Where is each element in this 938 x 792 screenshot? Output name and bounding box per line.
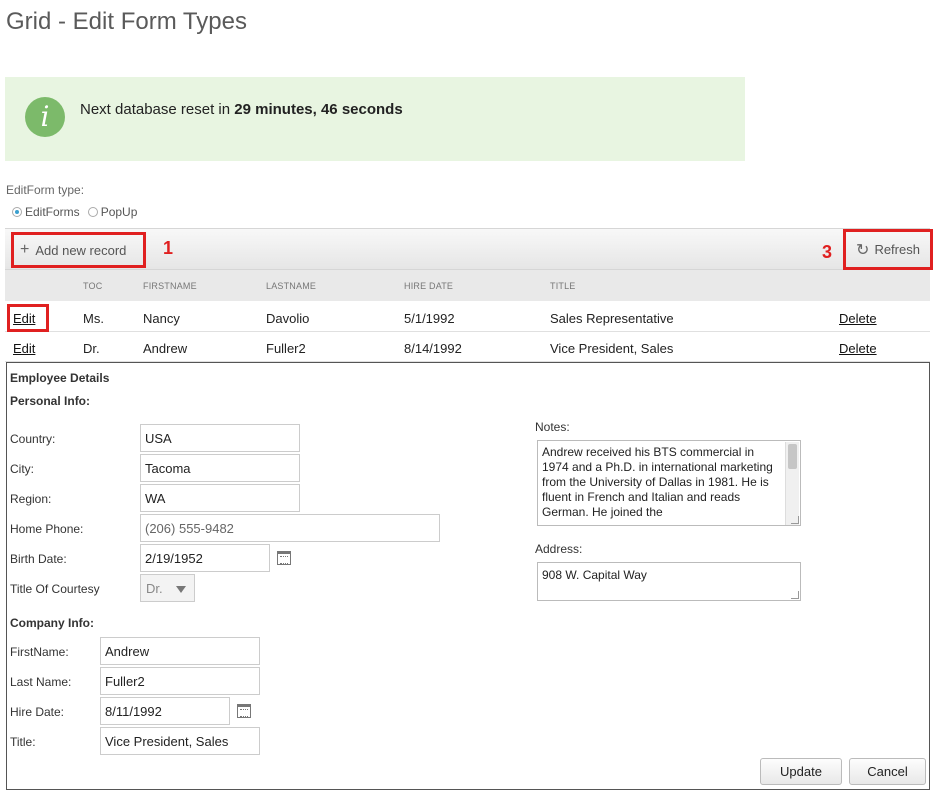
- add-new-record-label: Add new record: [35, 242, 127, 258]
- refresh-label: Refresh: [874, 242, 920, 257]
- delete-link[interactable]: Delete: [839, 341, 877, 356]
- country-input[interactable]: USA: [140, 424, 300, 452]
- plus-icon: +: [20, 241, 30, 258]
- column-firstname[interactable]: FIRSTNAME: [143, 281, 197, 291]
- column-title[interactable]: TITLE: [550, 281, 576, 291]
- address-label: Address:: [535, 542, 583, 556]
- notes-textarea[interactable]: Andrew received his BTS commercial in 19…: [537, 440, 801, 526]
- chevron-down-icon: [176, 586, 186, 593]
- column-hire-date[interactable]: HIRE DATE: [404, 281, 453, 291]
- address-text: 908 W. Capital Way: [542, 568, 647, 582]
- refresh-button[interactable]: ↻ Refresh: [843, 229, 933, 270]
- region-input[interactable]: WA: [140, 484, 300, 512]
- update-button[interactable]: Update: [760, 758, 842, 785]
- title-input[interactable]: Vice President, Sales: [100, 727, 260, 755]
- info-banner: i Next database reset in 29 minutes, 46 …: [5, 77, 745, 161]
- radio-editforms-label[interactable]: EditForms: [25, 205, 80, 219]
- cell-firstname: Andrew: [143, 341, 188, 356]
- cell-toc: Ms.: [83, 311, 104, 326]
- cell-title: Sales Representative: [550, 311, 674, 326]
- edit-link[interactable]: Edit: [13, 311, 35, 326]
- editform-type-radios: EditForms PopUp: [12, 205, 145, 219]
- table-row: Edit Dr. Andrew Fuller2 8/14/1992 Vice P…: [5, 332, 930, 362]
- company-info-heading: Company Info:: [10, 616, 94, 630]
- city-input[interactable]: Tacoma: [140, 454, 300, 482]
- edit-link[interactable]: Edit: [13, 341, 35, 356]
- notes-scroll-thumb[interactable]: [788, 444, 797, 469]
- annotation-3: 3: [822, 242, 833, 262]
- lastname-label: Last Name:: [10, 675, 72, 689]
- edit-form-panel: Employee Details Personal Info: Country:…: [6, 362, 930, 790]
- editform-type-label: EditForm type:: [6, 183, 85, 197]
- refresh-icon: ↻: [856, 241, 870, 259]
- title-of-courtesy-dropdown[interactable]: Dr.: [140, 574, 195, 602]
- resize-handle-icon[interactable]: [791, 516, 799, 524]
- cell-toc: Dr.: [83, 341, 100, 356]
- birth-date-input[interactable]: 2/19/1952: [140, 544, 270, 572]
- column-toc[interactable]: TOC: [83, 281, 102, 291]
- hire-date-input[interactable]: 8/11/1992: [100, 697, 230, 725]
- table-row: Edit Ms. Nancy Davolio 5/1/1992 Sales Re…: [5, 302, 930, 332]
- title-label: Title:: [10, 735, 36, 749]
- cell-hire-date: 5/1/1992: [404, 311, 455, 326]
- add-new-record-button[interactable]: + Add new record: [11, 232, 146, 268]
- calendar-icon[interactable]: [277, 551, 291, 565]
- reset-message: Next database reset in 29 minutes, 46 se…: [80, 101, 403, 118]
- personal-info-heading: Personal Info:: [10, 394, 91, 408]
- title-of-courtesy-value: Dr.: [146, 581, 163, 596]
- employee-details-heading: Employee Details: [10, 371, 110, 385]
- hire-date-label: Hire Date:: [10, 705, 65, 719]
- region-label: Region:: [10, 492, 52, 506]
- resize-handle-icon[interactable]: [791, 591, 799, 599]
- reset-prefix: Next database reset in: [80, 101, 231, 118]
- firstname-label: FirstName:: [10, 645, 69, 659]
- radio-popup[interactable]: [87, 207, 98, 217]
- cancel-button[interactable]: Cancel: [849, 758, 926, 785]
- notes-label: Notes:: [535, 420, 570, 434]
- birth-date-label: Birth Date:: [10, 552, 67, 566]
- page-title: Grid - Edit Form Types: [6, 8, 247, 35]
- home-phone-input[interactable]: (206) 555-9482: [140, 514, 440, 542]
- radio-editforms[interactable]: [12, 207, 22, 217]
- reset-countdown: 29 minutes, 46 seconds: [234, 101, 403, 118]
- column-lastname[interactable]: LASTNAME: [266, 281, 316, 291]
- firstname-input[interactable]: Andrew: [100, 637, 260, 665]
- grid-toolbar: + Add new record ↻ Refresh: [5, 228, 933, 270]
- notes-text: Andrew received his BTS commercial in 19…: [542, 445, 773, 519]
- home-phone-label: Home Phone:: [10, 522, 84, 536]
- delete-link[interactable]: Delete: [839, 311, 877, 326]
- city-label: City:: [10, 462, 34, 476]
- country-label: Country:: [10, 432, 56, 446]
- cell-lastname: Fuller2: [266, 341, 306, 356]
- address-textarea[interactable]: 908 W. Capital Way: [537, 562, 801, 601]
- cell-title: Vice President, Sales: [550, 341, 674, 356]
- cell-hire-date: 8/14/1992: [404, 341, 462, 356]
- title-of-courtesy-label: Title Of Courtesy: [10, 582, 100, 596]
- cell-firstname: Nancy: [143, 311, 180, 326]
- annotation-1: 1: [163, 238, 174, 258]
- info-icon: i: [25, 97, 65, 137]
- calendar-icon[interactable]: [237, 704, 251, 718]
- notes-scrollbar[interactable]: [785, 442, 799, 525]
- radio-popup-label[interactable]: PopUp: [101, 205, 138, 219]
- grid-header: TOC FIRSTNAME LASTNAME HIRE DATE TITLE: [5, 270, 930, 301]
- lastname-input[interactable]: Fuller2: [100, 667, 260, 695]
- cell-lastname: Davolio: [266, 311, 310, 326]
